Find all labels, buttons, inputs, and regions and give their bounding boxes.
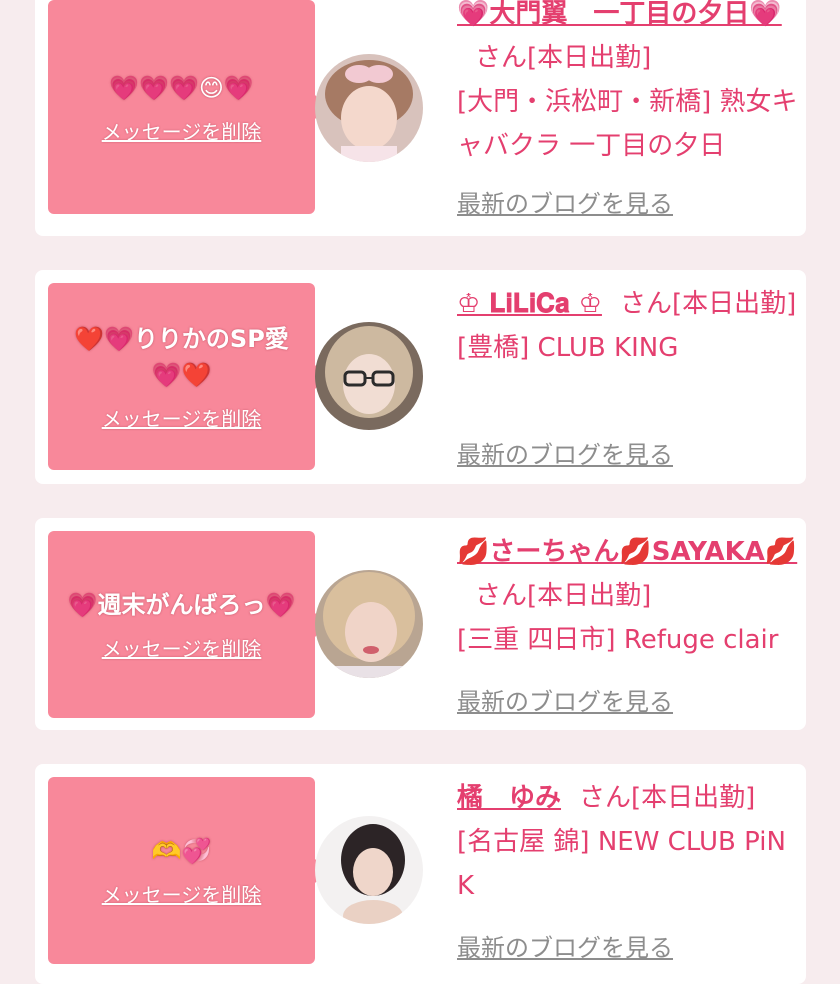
cast-status: さん[本日出勤] — [475, 43, 652, 73]
delete-message-link[interactable]: メッセージを削除 — [102, 116, 262, 145]
cast-avatar[interactable] — [315, 54, 423, 162]
cast-info: 💗大門翼 一丁目の夕日💗 さん[本日出勤] [大門・浜松町・新橋] 熟女キャバクラ… — [457, 0, 802, 218]
shop-name: [大門・浜松町・新橋] 熟女キャバクラ 一丁目の夕日 — [457, 87, 798, 161]
delete-message-link[interactable]: メッセージを削除 — [102, 403, 262, 432]
cast-card: ❤️💗りりかのSP愛💗❤️ メッセージを削除 ♔ 𝐋𝐢𝐋𝐢𝐂𝐚 ♔ さん[本日出勤… — [35, 270, 806, 484]
cast-name-link[interactable]: 💗大門翼 一丁目の夕日💗 — [457, 0, 782, 29]
message-bubble: 💗💗💗😊💗 メッセージを削除 — [48, 0, 327, 214]
bookmark-cast-list: 💗💗💗😊💗 メッセージを削除 💗大門翼 一丁目の夕日💗 さん[本日出勤] [大門・… — [0, 0, 840, 984]
cast-info: ♔ 𝐋𝐢𝐋𝐢𝐂𝐚 ♔ さん[本日出勤] [豊橋] CLUB KING 最新のブログ… — [457, 282, 802, 469]
cast-avatar[interactable] — [315, 570, 423, 678]
cast-card: 💗週末がんばろっ💗 メッセージを削除 💋さーちゃん💋SAYAKA💋 さん[本日出勤… — [35, 518, 806, 730]
cast-status: さん[本日出勤] — [475, 581, 652, 611]
message-text: ❤️💗りりかのSP愛💗❤️ — [74, 325, 289, 389]
cast-info: 橘 ゆみ さん[本日出勤] [名古屋 錦] NEW CLUB PiNK 最新のブロ… — [457, 776, 802, 962]
shop-name: [三重 四日市] Refuge clair — [457, 625, 779, 655]
cast-avatar[interactable] — [315, 322, 423, 430]
message-bubble: 💗週末がんばろっ💗 メッセージを削除 — [48, 531, 327, 718]
latest-blog-link[interactable]: 最新のブログを見る — [457, 184, 673, 219]
cast-info: 💋さーちゃん💋SAYAKA💋 さん[本日出勤] [三重 四日市] Refuge c… — [457, 530, 802, 716]
latest-blog-link[interactable]: 最新のブログを見る — [457, 435, 673, 470]
message-bubble: 🫶💞 メッセージを削除 — [48, 777, 327, 964]
cast-card: 💗💗💗😊💗 メッセージを削除 💗大門翼 一丁目の夕日💗 さん[本日出勤] [大門・… — [35, 0, 806, 236]
delete-message-link[interactable]: メッセージを削除 — [102, 633, 262, 662]
message-text: 🫶💞 — [151, 837, 212, 865]
cast-name-link[interactable]: 💋さーちゃん💋SAYAKA💋 — [457, 537, 797, 567]
latest-blog-link[interactable]: 最新のブログを見る — [457, 928, 673, 963]
cast-status: さん[本日出勤] — [579, 783, 756, 813]
cast-name-link[interactable]: ♔ 𝐋𝐢𝐋𝐢𝐂𝐚 ♔ — [457, 289, 602, 319]
delete-message-link[interactable]: メッセージを削除 — [102, 879, 262, 908]
message-bubble: ❤️💗りりかのSP愛💗❤️ メッセージを削除 — [48, 283, 327, 470]
message-text: 💗💗💗😊💗 — [109, 73, 254, 102]
cast-avatar[interactable] — [315, 816, 423, 924]
cast-name-link[interactable]: 橘 ゆみ — [457, 783, 561, 813]
message-text: 💗週末がんばろっ💗 — [67, 591, 296, 619]
cast-card: 🫶💞 メッセージを削除 橘 ゆみ さん[本日出勤] [名古屋 錦] NEW CLU… — [35, 764, 806, 984]
cast-status: さん[本日出勤] — [619, 289, 797, 319]
shop-name: [名古屋 錦] NEW CLUB PiNK — [457, 827, 786, 901]
shop-name: [豊橋] CLUB KING — [457, 333, 679, 363]
latest-blog-link[interactable]: 最新のブログを見る — [457, 682, 673, 717]
